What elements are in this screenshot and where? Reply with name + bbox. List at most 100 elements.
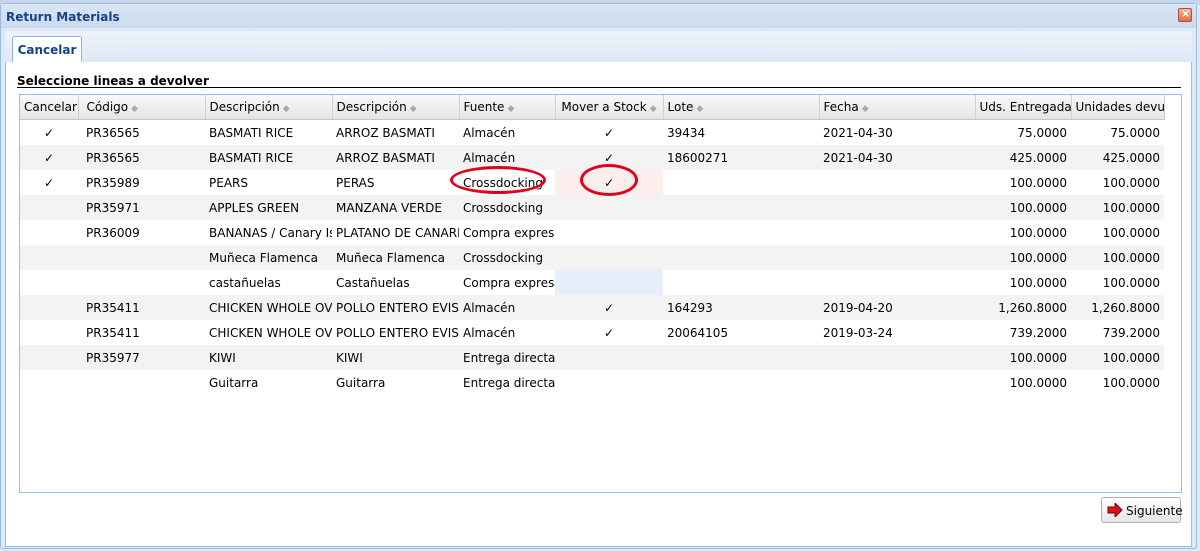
table-row[interactable]: ✓ PR36565 BASMATI RICE ARROZ BASMATI Alm… (20, 120, 1164, 146)
cancel-checkmark-icon[interactable]: ✓ (20, 170, 78, 195)
grid-header-row: Cancelar◆ Código◆ Descripción◆ Descripci… (20, 95, 1165, 120)
cancel-checkmark-icon[interactable] (20, 195, 78, 220)
column-header-cancelar[interactable]: Cancelar◆ (20, 95, 79, 120)
cell-code (78, 370, 205, 395)
cell-delivered: 1,260.8000 (975, 295, 1071, 320)
table-row[interactable]: PR35971 APPLES GREEN MANZANA VERDE Cross… (20, 195, 1164, 220)
stock-checkmark-icon[interactable] (555, 345, 663, 370)
tab-cancelar[interactable]: Cancelar (12, 36, 82, 62)
stock-checkmark-icon[interactable]: ✓ (555, 120, 663, 146)
cancel-checkmark-icon[interactable] (20, 345, 78, 370)
cell-delivered: 100.0000 (1009, 275, 1067, 290)
table-row[interactable]: PR36009 BANANAS / Canary Isla PLATANO DE… (20, 220, 1164, 245)
cell-description: CHICKEN WHOLE OVEN (205, 295, 332, 320)
cell-returned[interactable]: 425.0000 (1071, 145, 1164, 170)
cell-lot (663, 195, 819, 220)
cell-description: castañuelas (209, 275, 281, 290)
tab-label: Cancelar (17, 43, 77, 57)
cell-returned[interactable]: 100.0000 (1071, 345, 1164, 370)
cancel-checkmark-icon[interactable] (20, 270, 78, 295)
column-header-fecha[interactable]: Fecha ◆ (819, 95, 976, 120)
cancel-checkmark-icon[interactable] (20, 220, 78, 245)
table-row[interactable]: PR35411 CHICKEN WHOLE OVEN POLLO ENTERO … (20, 295, 1164, 320)
cell-description: CHICKEN WHOLE OVEN (209, 325, 332, 340)
column-header-mover-a-stock[interactable]: Mover a Stock ◆ (555, 95, 664, 120)
cell-date (819, 370, 975, 395)
cell-returned[interactable]: 75.0000 (1071, 120, 1164, 146)
column-header-descripcion[interactable]: Descripción ◆ (205, 95, 333, 120)
section-divider (17, 87, 1181, 88)
sort-icon: ◆ (649, 104, 657, 114)
sort-icon: ◆ (696, 104, 704, 114)
cell-source: Crossdocking (459, 195, 555, 220)
cell-description-es: Muñeca Flamenca (332, 245, 459, 270)
stock-checkmark-icon[interactable]: ✓ (555, 170, 663, 195)
table-row[interactable]: Guitarra Guitarra Entrega directa 100.00… (20, 370, 1164, 395)
cell-code: PR35411 (86, 325, 140, 340)
tab-panel: Seleccione lineas a devolver Cancelar◆ C… (5, 62, 1192, 547)
siguiente-button[interactable]: Siguiente (1101, 497, 1183, 523)
close-button[interactable]: × (1178, 7, 1192, 22)
cancel-checkmark-icon[interactable]: ✓ (20, 120, 78, 146)
cell-returned[interactable]: 100.0000 (1071, 220, 1164, 245)
cell-returned[interactable]: 1,260.8000 (1071, 295, 1164, 320)
cell-delivered: 100.0000 (975, 195, 1071, 220)
cell-lot (663, 270, 819, 295)
column-header-codigo[interactable]: Código ◆ (78, 95, 206, 120)
stock-checkmark-icon[interactable] (555, 245, 663, 270)
cell-returned[interactable]: 100.0000 (1071, 170, 1164, 195)
column-header-descripcion-es[interactable]: Descripción ◆ (332, 95, 460, 120)
cancel-checkmark-icon[interactable] (20, 295, 78, 320)
table-row[interactable]: PR35977 KIWI KIWI Entrega directa 100.00… (20, 345, 1164, 370)
cell-delivered: 100.0000 (1009, 225, 1067, 240)
cell-code: PR35971 (78, 195, 205, 220)
table-row[interactable]: ✓ PR35989 PEARS PERAS Crossdocking ✓ 100… (20, 170, 1164, 195)
stock-checkmark-icon[interactable]: ✓ (555, 320, 663, 345)
cell-delivered: 425.0000 (975, 145, 1071, 170)
cell-returned[interactable]: 100.0000 (1071, 195, 1164, 220)
cell-description: APPLES GREEN (205, 195, 332, 220)
stock-checkmark-icon[interactable]: ✓ (555, 295, 663, 320)
cell-returned[interactable]: 739.2000 (1071, 320, 1164, 345)
column-header-lote[interactable]: Lote ◆ (663, 95, 820, 120)
stock-checkmark-icon[interactable]: ✓ (555, 145, 663, 170)
cell-description-es: Castañuelas (336, 275, 410, 290)
cancel-checkmark-icon[interactable] (20, 370, 78, 395)
cancel-checkmark-icon[interactable]: ✓ (20, 145, 78, 170)
table-row[interactable]: Muñeca Flamenca Muñeca Flamenca Crossdoc… (20, 245, 1164, 270)
cell-source: Almacén (459, 295, 555, 320)
section-title: Seleccione lineas a devolver (17, 74, 209, 88)
stock-checkmark-icon[interactable] (555, 270, 663, 295)
return-materials-window: Return Materials × Cancelar Seleccione l… (0, 3, 1197, 549)
table-row[interactable]: PR35411 CHICKEN WHOLE OVEN POLLO ENTERO … (20, 320, 1164, 345)
cancel-checkmark-icon[interactable] (20, 245, 78, 270)
cancel-checkmark-icon[interactable] (20, 320, 78, 345)
stock-checkmark-icon[interactable] (555, 370, 663, 395)
cell-code: PR36565 (78, 145, 205, 170)
cell-returned[interactable]: 100.0000 (1071, 370, 1164, 395)
cell-code (78, 270, 205, 295)
cell-returned[interactable]: 100.0000 (1071, 245, 1164, 270)
close-icon: × (1181, 7, 1191, 20)
cell-source: Crossdocking (463, 175, 543, 190)
sort-icon: ◆ (861, 104, 869, 114)
cell-source: Entrega directa (463, 375, 555, 390)
cell-date: 2021-04-30 (819, 145, 975, 170)
cell-code: PR36565 (86, 125, 140, 140)
cell-code: PR35977 (78, 345, 205, 370)
cell-returned[interactable]: 100.0000 (1071, 270, 1164, 295)
table-row[interactable]: ✓ PR36565 BASMATI RICE ARROZ BASMATI Alm… (20, 145, 1164, 170)
stock-checkmark-icon[interactable] (555, 220, 663, 245)
tab-strip: Cancelar (5, 31, 1192, 63)
stock-checkmark-icon[interactable] (555, 195, 663, 220)
column-header-uds-entregadas[interactable]: Uds. Entregadas (975, 95, 1072, 120)
column-header-unidades-devueltas[interactable]: Unidades devuel (1071, 95, 1165, 120)
cell-lot: 39434 (667, 125, 706, 140)
table-row[interactable]: castañuelas Castañuelas Compra express 1… (20, 270, 1164, 295)
cell-description-es: PLATANO DE CANARIA (336, 225, 459, 240)
cell-description: KIWI (205, 345, 332, 370)
cell-source: Almacén (463, 325, 516, 340)
column-header-fuente[interactable]: Fuente ◆ (459, 95, 556, 120)
cell-lot: 164293 (663, 295, 819, 320)
cell-date (819, 195, 975, 220)
